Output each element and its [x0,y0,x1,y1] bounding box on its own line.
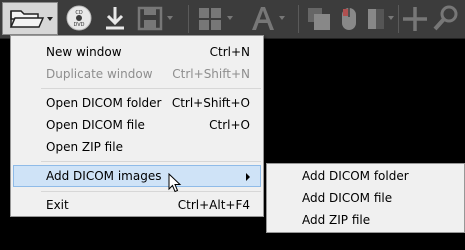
menu-item-label: Open DICOM file [46,118,145,132]
menu-item-label: Duplicate window [46,67,153,81]
menu-item-label: Add ZIP file [302,213,371,227]
menu-item-shortcut: Ctrl+N [209,45,250,59]
menu-separator [41,191,261,192]
annotation-button[interactable] [246,2,292,35]
menu-item-shortcut: Ctrl+Shift+O [171,96,250,110]
toolbar: CD DVD [0,0,465,39]
menu-separator [41,161,261,162]
menu-item-label: Add DICOM file [302,191,393,205]
copy-images-icon [308,8,330,30]
menu-item-shortcut: Ctrl+Alt+F4 [177,198,250,212]
cd-dvd-icon: CD DVD [66,5,92,31]
menu-item-open-zip-file[interactable]: Open ZIP file [13,136,261,158]
text-a-icon [252,7,285,30]
mouse-button[interactable] [336,2,364,35]
floppy-disk-icon [137,6,173,31]
menu-item-label: Add DICOM images [46,169,162,183]
toolbar-separator [398,5,399,33]
submenu-item-add-dicom-file[interactable]: Add DICOM file [269,187,462,209]
file-menu: New window Ctrl+N Duplicate window Ctrl+… [10,35,264,217]
submenu-arrow-icon [246,173,250,181]
menu-item-label: New window [46,45,122,59]
zoom-button[interactable] [430,2,464,35]
menu-item-open-dicom-file[interactable]: Open DICOM file Ctrl+O [13,114,261,136]
chevron-down-icon [279,16,285,20]
menu-item-label: Exit [46,198,69,212]
menu-separator [41,88,261,89]
menu-item-open-dicom-folder[interactable]: Open DICOM folder Ctrl+Shift+O [13,92,261,114]
chevron-down-icon [388,16,394,20]
add-dicom-images-submenu: Add DICOM folder Add DICOM file Add ZIP … [266,163,465,233]
chevron-down-icon [47,17,53,21]
toolbar-separator [188,5,189,33]
mouse-icon [342,8,356,30]
submenu-item-add-dicom-folder[interactable]: Add DICOM folder [269,165,462,187]
move-cross-icon [403,7,427,31]
layout-button[interactable] [194,2,240,35]
download-button[interactable] [100,2,130,35]
toolbar-separator [298,5,299,33]
submenu-item-add-zip-file[interactable]: Add ZIP file [269,209,462,231]
mouse-cursor-icon [168,173,182,193]
download-icon [106,7,124,30]
menu-item-shortcut: Ctrl+O [209,118,250,132]
grid-layout-icon [199,8,233,30]
menu-item-duplicate-window: Duplicate window Ctrl+Shift+N [13,63,261,85]
copy-button[interactable] [304,2,336,35]
chevron-down-icon [227,16,233,20]
chevron-down-icon [167,16,173,20]
menu-item-label: Open DICOM folder [46,96,162,110]
save-button[interactable] [134,2,180,35]
svg-text:CD: CD [75,10,82,16]
contrast-icon [368,9,394,29]
cd-dvd-button[interactable]: CD DVD [62,2,96,35]
window-level-button[interactable] [364,2,398,35]
menu-item-shortcut: Ctrl+Shift+N [172,67,250,81]
svg-text:DVD: DVD [73,22,84,28]
pan-button[interactable] [400,2,430,35]
menu-item-exit[interactable]: Exit Ctrl+Alt+F4 [13,194,261,216]
open-folder-button[interactable] [2,2,58,35]
menu-item-label: Open ZIP file [46,140,123,154]
menu-item-add-dicom-images[interactable]: Add DICOM images [13,165,261,187]
menu-item-new-window[interactable]: New window Ctrl+N [13,41,261,63]
magnifier-icon [433,5,458,31]
folder-open-icon [9,10,53,28]
menu-item-label: Add DICOM folder [302,169,409,183]
